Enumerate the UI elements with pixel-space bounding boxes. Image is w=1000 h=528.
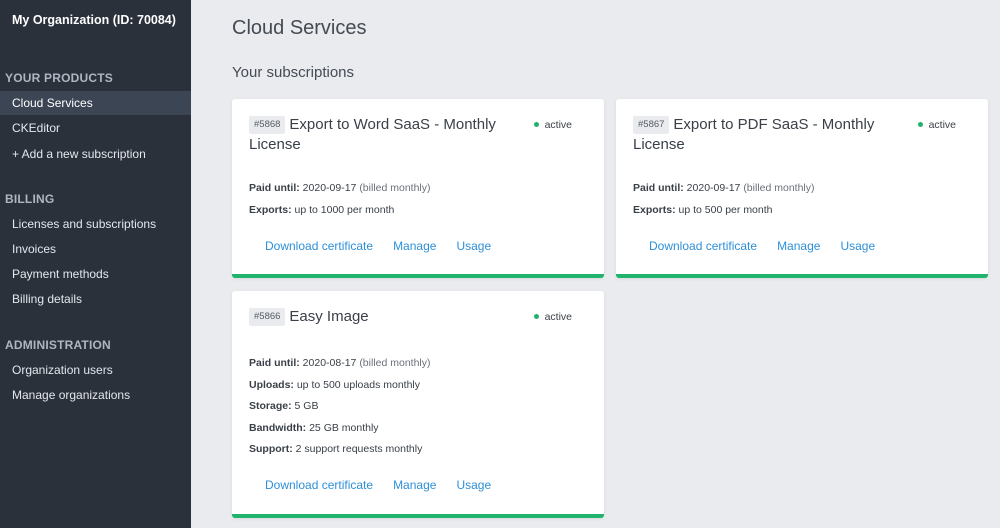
download-certificate-link[interactable]: Download certificate <box>265 478 373 492</box>
detail-row: Storage: 5 GB <box>249 400 319 413</box>
sidebar-item-invoices[interactable]: Invoices <box>0 237 191 261</box>
manage-link[interactable]: Manage <box>777 239 820 253</box>
detail-row: Paid until: 2020-09-17 (billed monthly) <box>633 182 815 194</box>
detail-row: Uploads: up to 500 uploads monthly <box>249 378 421 391</box>
sidebar: My Organization (ID: 70084) YOUR PRODUCT… <box>0 0 191 528</box>
main-content: Cloud Services Your subscriptions #5868 E… <box>191 0 1000 528</box>
status-dot-icon <box>917 122 923 127</box>
usage-link[interactable]: Usage <box>840 239 875 253</box>
sidebar-item-organization-users[interactable]: Organization users <box>0 358 191 382</box>
subscription-name: Easy Image <box>289 308 369 325</box>
organization-title[interactable]: My Organization (ID: 70084) <box>12 13 176 27</box>
detail-row: Bandwidth: 25 GB monthly <box>249 421 379 434</box>
subscription-card: #5866 Easy Image active Paid until: 2020-… <box>232 291 604 518</box>
usage-link[interactable]: Usage <box>456 478 491 492</box>
sidebar-item-payment-methods[interactable]: Payment methods <box>0 262 191 286</box>
status-dot-icon <box>533 314 539 319</box>
status-dot-icon <box>533 122 539 127</box>
sidebar-item-licenses[interactable]: Licenses and subscriptions <box>0 212 191 236</box>
detail-row: Exports: up to 500 per month <box>633 203 773 216</box>
sidebar-item-manage-organizations[interactable]: Manage organizations <box>0 383 191 407</box>
download-certificate-link[interactable]: Download certificate <box>265 239 373 253</box>
status-badge: active <box>533 311 572 323</box>
download-certificate-link[interactable]: Download certificate <box>649 239 757 253</box>
detail-row: Paid until: 2020-08-17 (billed monthly) <box>249 357 431 369</box>
manage-link[interactable]: Manage <box>393 478 436 492</box>
subscriptions-heading: Your subscriptions <box>232 64 355 81</box>
detail-row: Paid until: 2020-09-17 (billed monthly) <box>249 182 431 194</box>
section-title-administration: ADMINISTRATION <box>5 338 111 352</box>
subscription-name: Export to PDF SaaS - Monthly License <box>633 116 875 153</box>
sidebar-item-add-subscription[interactable]: + Add a new subscription <box>0 142 191 166</box>
manage-link[interactable]: Manage <box>393 239 436 253</box>
subscription-details: Paid until: 2020-09-17 (billed monthly) … <box>633 178 815 221</box>
subscription-name: Export to Word SaaS - Monthly License <box>249 116 496 153</box>
detail-row: Support: 2 support requests monthly <box>249 443 423 456</box>
subscription-id-badge: #5866 <box>249 308 286 326</box>
card-heading: #5866 Easy Image <box>249 307 529 327</box>
subscription-details: Paid until: 2020-09-17 (billed monthly) … <box>249 178 431 221</box>
sidebar-item-billing-details[interactable]: Billing details <box>0 287 191 311</box>
card-actions: Download certificate Manage Usage <box>265 239 511 253</box>
page-title: Cloud Services <box>232 17 367 39</box>
subscription-id-badge: #5868 <box>249 116 286 134</box>
detail-row: Exports: up to 1000 per month <box>249 203 395 216</box>
status-badge: active <box>533 119 572 131</box>
card-heading: #5867 Export to PDF SaaS - Monthly Licens… <box>633 115 913 155</box>
usage-link[interactable]: Usage <box>456 239 491 253</box>
subscription-card: #5867 Export to PDF SaaS - Monthly Licens… <box>616 99 988 278</box>
section-title-products: YOUR PRODUCTS <box>5 71 113 85</box>
subscription-card: #5868 Export to Word SaaS - Monthly Licen… <box>232 99 604 278</box>
card-heading: #5868 Export to Word SaaS - Monthly Licen… <box>249 115 529 155</box>
subscription-details: Paid until: 2020-08-17 (billed monthly) … <box>249 353 431 461</box>
sidebar-item-ckeditor[interactable]: CKEditor <box>0 116 191 140</box>
status-badge: active <box>917 119 956 131</box>
card-actions: Download certificate Manage Usage <box>649 239 895 253</box>
subscription-id-badge: #5867 <box>633 116 670 134</box>
sidebar-item-cloud-services[interactable]: Cloud Services <box>0 91 191 115</box>
section-title-billing: BILLING <box>5 192 55 206</box>
card-actions: Download certificate Manage Usage <box>265 478 511 492</box>
